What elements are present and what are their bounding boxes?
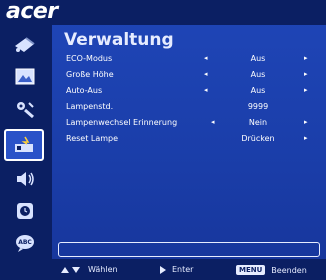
language-icon: ABC <box>16 235 34 252</box>
sidebar-item-audio[interactable] <box>8 165 42 193</box>
setting-row-eco[interactable]: ECO-Modus ◂ Aus ▸ <box>66 52 322 68</box>
setting-label: Große Höhe <box>66 70 114 79</box>
setting-row-reset-lamp[interactable]: Reset Lampe Drücken ▸ <box>66 132 322 148</box>
setting-value: Aus <box>250 70 266 79</box>
management-icon <box>15 136 33 152</box>
setting-value: Aus <box>250 86 266 95</box>
audio-icon <box>17 172 34 186</box>
up-down-arrows-icon <box>61 266 80 273</box>
arrow-left-icon[interactable]: ◂ <box>204 54 208 62</box>
setting-row-lamp-hours: Lampenstd. 9999 <box>66 100 322 116</box>
hint-enter-label: Enter <box>172 265 194 274</box>
setting-row-auto-off[interactable]: Auto-Aus ◂ Aus ▸ <box>66 84 322 100</box>
arrow-right-icon[interactable]: ▸ <box>304 70 308 78</box>
setting-label: ECO-Modus <box>66 54 113 63</box>
arrow-right-icon[interactable]: ▸ <box>304 134 308 142</box>
setting-value: 9999 <box>247 102 269 111</box>
setting-label: Auto-Aus <box>66 86 103 95</box>
timer-icon <box>17 203 33 219</box>
management-panel: Verwaltung ECO-Modus ◂ Aus ▸ Große Höhe … <box>56 30 322 240</box>
setting-row-high-altitude[interactable]: Große Höhe ◂ Aus ▸ <box>66 68 322 84</box>
sidebar-item-language[interactable]: ABC <box>8 229 42 257</box>
hint-exit: MENU Beenden <box>236 265 307 275</box>
menu-key: MENU <box>236 265 266 275</box>
setting-value: Aus <box>250 54 266 63</box>
projector-osd-menu: acer ABC Verwaltung ECO-Modus ◂ Aus ▸ Gr… <box>0 0 326 280</box>
setting-value: Drücken <box>241 134 275 143</box>
sidebar-item-color[interactable] <box>8 31 42 59</box>
setting-label: Lampenwechsel Erinnerung <box>66 118 178 127</box>
hint-select-label: Wählen <box>88 265 118 274</box>
menu-sidebar: ABC <box>0 25 52 265</box>
settings-tools-icon <box>17 102 34 119</box>
sidebar-item-timer[interactable] <box>8 197 42 225</box>
hint-enter: Enter <box>160 265 193 274</box>
setting-label: Reset Lampe <box>66 134 119 143</box>
top-bar: acer <box>0 0 326 25</box>
setting-value: Nein <box>248 118 268 127</box>
sidebar-item-settings[interactable] <box>8 95 42 123</box>
setting-row-lamp-reminder[interactable]: Lampenwechsel Erinnerung ◂ Nein ▸ <box>66 116 322 132</box>
arrow-left-icon[interactable]: ◂ <box>204 86 208 94</box>
arrow-right-icon[interactable]: ▸ <box>304 54 308 62</box>
enter-arrow-icon <box>160 265 166 274</box>
brand-logo: acer <box>6 0 58 24</box>
sidebar-item-management[interactable] <box>4 129 44 161</box>
setting-label: Lampenstd. <box>66 102 114 111</box>
image-icon <box>15 68 35 85</box>
arrow-right-icon[interactable]: ▸ <box>304 86 308 94</box>
arrow-left-icon[interactable]: ◂ <box>211 118 215 126</box>
hint-select: Wählen <box>60 265 118 274</box>
sidebar-item-image[interactable] <box>8 63 42 91</box>
message-box <box>58 242 320 257</box>
page-title: Verwaltung <box>64 30 174 50</box>
hint-exit-label: Beenden <box>271 265 307 275</box>
arrow-left-icon[interactable]: ◂ <box>204 70 208 78</box>
color-adjust-icon <box>15 37 35 52</box>
arrow-right-icon[interactable]: ▸ <box>304 118 308 126</box>
bottom-hint-bar: Wählen Enter MENU Beenden <box>0 259 326 280</box>
svg-text:ABC: ABC <box>18 239 32 246</box>
